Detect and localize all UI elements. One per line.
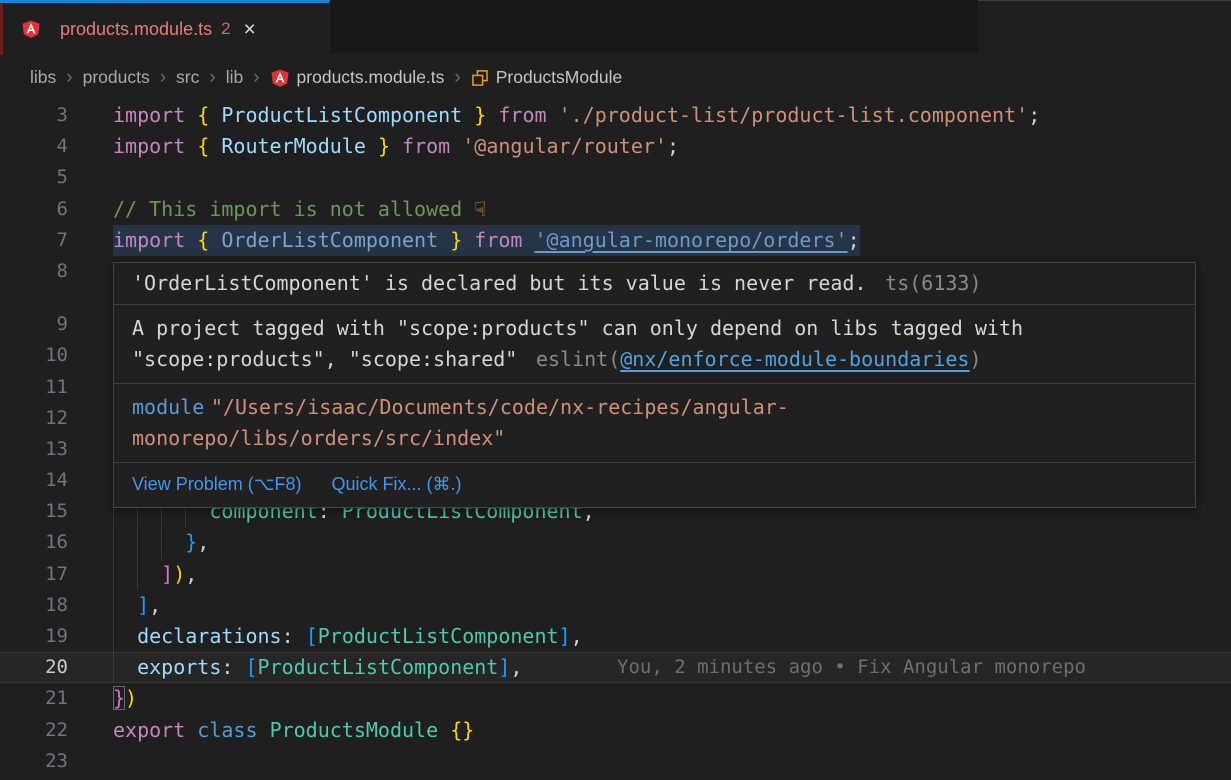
ts-error-message: 'OrderListComponent' is declared but its…	[132, 271, 867, 295]
line-content: import { RouterModule } from '@angular/r…	[113, 131, 679, 162]
ts-error-code: ts(6133)	[885, 271, 981, 295]
line-content: export class ProductsModule {}	[113, 715, 474, 746]
line-number: 18	[0, 590, 68, 621]
ts-diagnostic-section: 'OrderListComponent' is declared but its…	[114, 263, 1195, 305]
breadcrumb-label: products.module.ts	[297, 67, 445, 88]
code-line-3[interactable]: 3 import { ProductListComponent } from '.…	[0, 100, 1231, 131]
tabbar-empty-area	[978, 0, 1231, 55]
hover-status-bar: View Problem (⌥F8) Quick Fix... (⌘.)	[114, 463, 1195, 507]
code-line-20[interactable]: 20 exports: [ProductListComponent], You, …	[0, 652, 1231, 683]
class-icon	[471, 69, 489, 87]
breadcrumb-item-libs[interactable]: libs	[30, 67, 56, 88]
line-number: 23	[0, 746, 68, 777]
line-number: 7	[0, 225, 68, 256]
code-line-23[interactable]: 23	[0, 746, 1231, 777]
breadcrumb-separator: ›	[160, 67, 166, 89]
breadcrumb-item-products-module-ts[interactable]: products.module.ts	[270, 67, 445, 88]
line-number: 22	[0, 715, 68, 746]
eslint-diagnostic-section: A project tagged with "scope:products" c…	[114, 305, 1195, 384]
code-line-16[interactable]: 16 },	[0, 527, 1231, 558]
eslint-source-open: eslint(	[536, 347, 620, 371]
code-line-18[interactable]: 18 ],	[0, 590, 1231, 621]
line-number: 11	[0, 372, 68, 403]
line-content: declarations: [ProductListComponent],	[113, 621, 583, 652]
breadcrumb: libs › products › src › lib › products.module.ts…	[0, 55, 1231, 100]
close-icon[interactable]: ×	[244, 19, 256, 40]
line-number: 17	[0, 559, 68, 590]
breadcrumb-label: products	[83, 67, 150, 88]
git-blame-annotation: You, 2 minutes ago • Fix Angular monorep…	[617, 652, 1086, 683]
code-line-6[interactable]: 6 // This import is not allowed ☟	[0, 194, 1231, 225]
eslint-source-close: )	[969, 347, 981, 371]
line-content: },	[113, 527, 209, 558]
code-line-7[interactable]: 7import { OrderListComponent } from '@an…	[0, 225, 1231, 256]
code-line-17[interactable]: 17 ]),	[0, 559, 1231, 590]
angular-icon	[21, 19, 41, 39]
line-number: 10	[0, 340, 68, 371]
quick-fix-button[interactable]: Quick Fix... (⌘.)	[331, 469, 461, 500]
breadcrumb-separator: ›	[253, 67, 259, 89]
breadcrumb-label: src	[176, 67, 199, 88]
breadcrumb-item-productsmodule[interactable]: ProductsModule	[471, 67, 622, 88]
line-content: // This import is not allowed ☟	[113, 194, 486, 225]
line-content: import { ProductListComponent } from './…	[113, 100, 1040, 131]
module-info-section: module"/Users/isaac/Documents/code/nx-re…	[114, 384, 1195, 463]
line-number: 8	[0, 256, 68, 287]
line-number: 12	[0, 403, 68, 434]
line-content: exports: [ProductListComponent],	[113, 652, 522, 683]
tab-products-module[interactable]: products.module.ts 2 ×	[0, 0, 330, 55]
breadcrumb-label: libs	[30, 67, 56, 88]
line-number: 20	[0, 652, 68, 683]
view-problem-button[interactable]: View Problem (⌥F8)	[132, 469, 301, 500]
breadcrumb-item-src[interactable]: src	[176, 67, 199, 88]
line-number: 9	[0, 309, 68, 340]
line-number: 14	[0, 465, 68, 496]
code-line-22[interactable]: 22 export class ProductsModule {}	[0, 715, 1231, 746]
line-number: 6	[0, 194, 68, 225]
module-path: "/Users/isaac/Documents/code/nx-recipes/…	[132, 395, 789, 450]
breadcrumb-item-lib[interactable]: lib	[226, 67, 244, 88]
line-content: ]),	[113, 559, 197, 590]
line-number: 21	[0, 683, 68, 714]
breadcrumb-separator: ›	[66, 67, 72, 89]
breadcrumb-item-products[interactable]: products	[83, 67, 150, 88]
line-number: 4	[0, 131, 68, 162]
tab-badge: 2	[221, 19, 230, 39]
angular-icon	[270, 68, 290, 88]
line-number: 5	[0, 162, 68, 193]
code-line-19[interactable]: 19 declarations: [ProductListComponent],	[0, 621, 1231, 652]
error-squiggle	[113, 249, 872, 256]
breadcrumb-separator: ›	[209, 67, 215, 89]
code-line-5[interactable]: 5	[0, 162, 1231, 193]
breadcrumb-label: lib	[226, 67, 244, 88]
line-content: })	[113, 683, 137, 714]
breadcrumb-label: ProductsModule	[496, 67, 622, 88]
error-hover-popup: 'OrderListComponent' is declared but its…	[113, 262, 1196, 508]
eslint-rule-link[interactable]: @nx/enforce-module-boundaries	[620, 347, 969, 371]
tab-title: products.module.ts	[60, 19, 212, 40]
line-number: 16	[0, 527, 68, 558]
code-line-4[interactable]: 4 import { RouterModule } from '@angular/…	[0, 131, 1231, 162]
line-number: 15	[0, 496, 68, 527]
breadcrumb-separator: ›	[454, 67, 460, 89]
code-line-21[interactable]: 21})	[0, 683, 1231, 714]
line-number: 19	[0, 621, 68, 652]
line-number: 13	[0, 434, 68, 465]
line-content: ],	[113, 590, 161, 621]
tab-bar: products.module.ts 2 ×	[0, 0, 1231, 55]
line-number: 3	[0, 100, 68, 131]
module-keyword: module	[132, 395, 204, 419]
